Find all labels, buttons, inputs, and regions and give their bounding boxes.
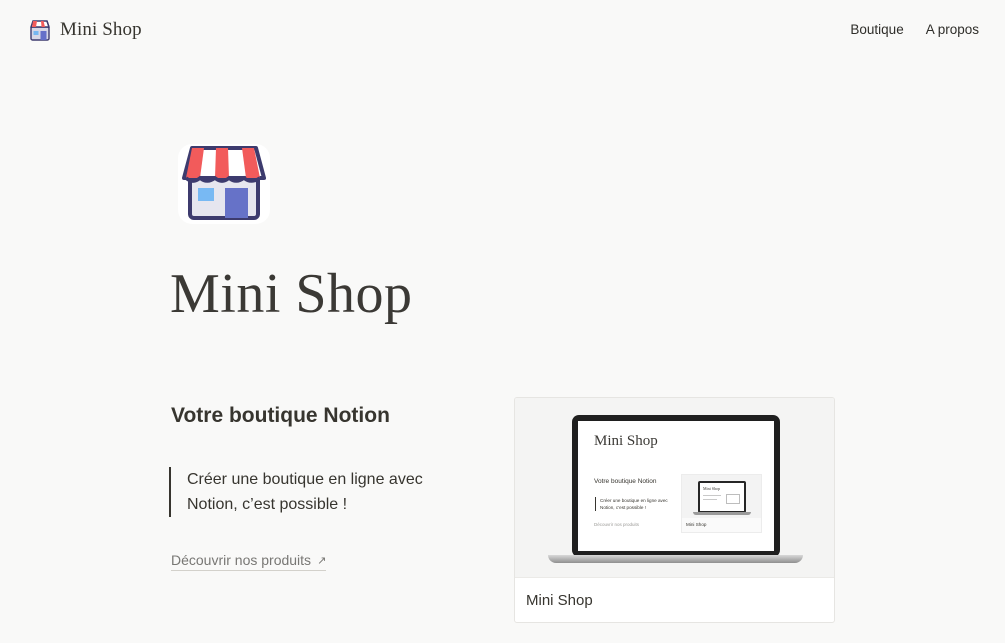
preview-subtitle: Votre boutique Notion (594, 478, 657, 485)
top-navigation-bar: Mini Shop Boutique A propos (0, 0, 1005, 62)
section-heading: Votre boutique Notion (171, 404, 390, 427)
discover-products-link[interactable]: Découvrir nos produits ↗ (171, 552, 327, 571)
laptop-base (548, 555, 803, 563)
store-icon (178, 144, 270, 224)
card-cover-image: Mini Shop Votre boutique Notion Créer un… (515, 398, 834, 578)
brand-home-link[interactable]: Mini Shop (28, 18, 142, 42)
preview-title: Mini Shop (594, 433, 658, 449)
micro-laptop-base (693, 512, 751, 515)
laptop-display: Mini Shop Votre boutique Notion Créer un… (578, 421, 774, 551)
micro-text-line (703, 495, 721, 496)
micro-card (726, 494, 740, 504)
quote-text: Créer une boutique en ligne avec Notion,… (187, 471, 423, 513)
micro-laptop-illustration: Mini Shop (698, 481, 746, 513)
gallery-card[interactable]: Mini Shop Votre boutique Notion Créer un… (514, 397, 835, 623)
arrow-up-right-icon: ↗ (317, 554, 327, 567)
preview-quote: Créer une boutique en ligne avec Notion,… (595, 497, 675, 511)
discover-products-label: Découvrir nos produits (171, 552, 312, 568)
store-icon (30, 20, 50, 41)
micro-preview-title: Mini Shop (703, 486, 721, 491)
preview-card-title: Mini Shop (686, 522, 707, 527)
card-title: Mini Shop (526, 592, 593, 609)
quote-block: Créer une boutique en ligne avec Notion,… (169, 467, 469, 517)
micro-text-line (703, 499, 717, 500)
main-nav: Boutique A propos (850, 22, 979, 37)
laptop-illustration: Mini Shop Votre boutique Notion Créer un… (572, 415, 780, 557)
preview-card: Mini Shop Mini Shop (681, 474, 762, 533)
preview-cta: Découvrir nos produits (594, 522, 640, 527)
brand-label: Mini Shop (60, 19, 142, 40)
nav-link-a-propos[interactable]: A propos (926, 22, 979, 37)
page-title: Mini Shop (170, 263, 413, 325)
micro-laptop-display: Mini Shop (700, 483, 744, 511)
nav-link-boutique[interactable]: Boutique (850, 22, 903, 37)
preview-card-cover: Mini Shop (682, 475, 761, 518)
